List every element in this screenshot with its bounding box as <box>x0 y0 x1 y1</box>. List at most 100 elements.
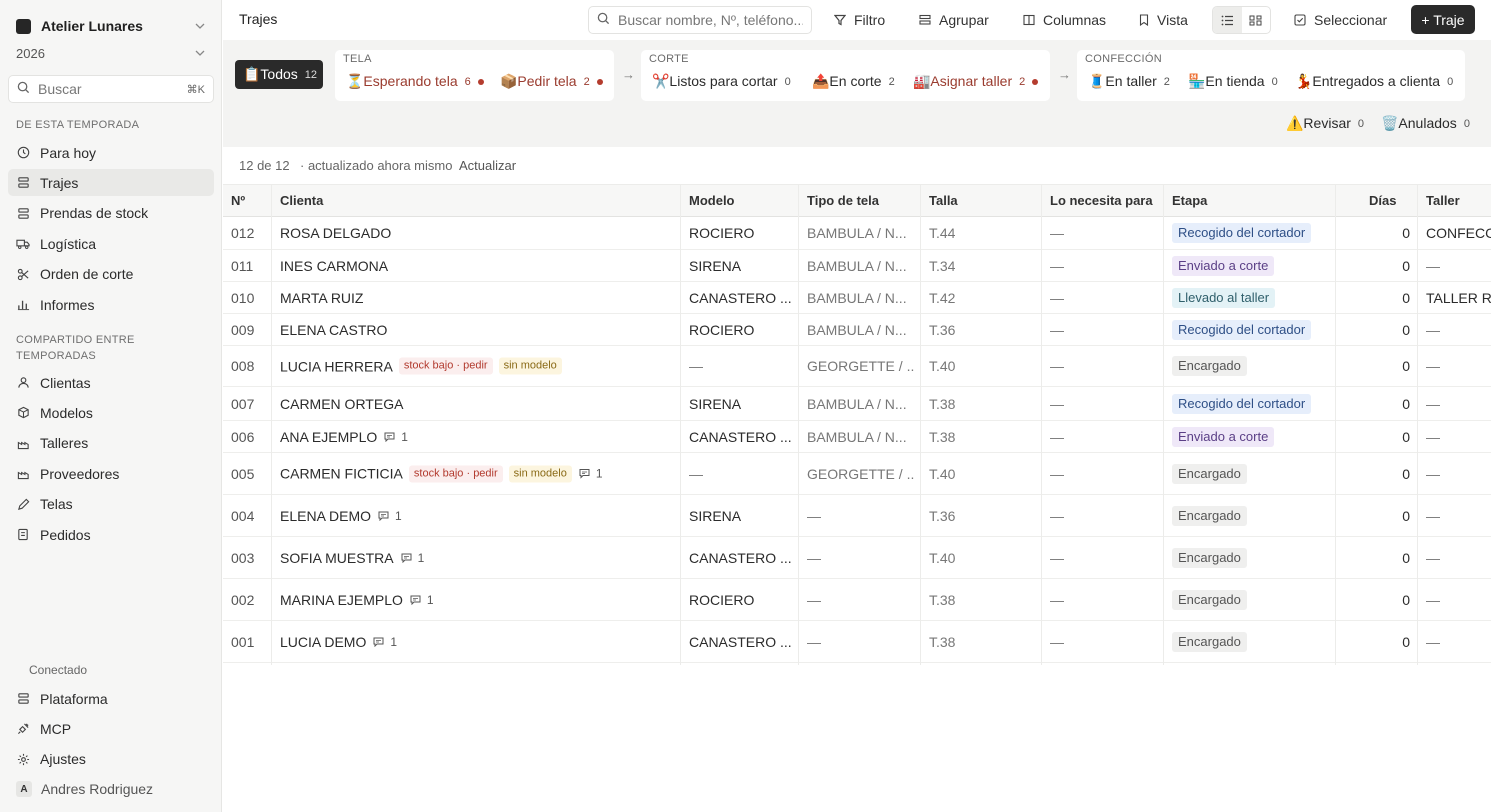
cell-model: ROCIERO <box>689 225 755 241</box>
col-header-workshop[interactable]: Taller <box>1426 193 1460 208</box>
sidebar-item-ajustes[interactable]: Ajustes <box>8 746 214 773</box>
col-header-size[interactable]: Talla <box>929 193 958 208</box>
cell-size: T.38 <box>929 591 956 608</box>
comments-count[interactable]: 1 <box>579 467 603 481</box>
sidebar-item-modelos[interactable]: Modelos <box>8 399 214 426</box>
col-header-fabric[interactable]: Tipo de tela <box>807 193 879 208</box>
table-row[interactable]: 002 MARINA EJEMPLO 1 ROCIERO — T.38 — Encargado… <box>223 579 1491 621</box>
stage-chip[interactable]: 🏭Asignar taller 2 <box>913 73 1039 90</box>
column-divider <box>920 184 921 665</box>
plug-icon <box>16 722 30 736</box>
filter-button[interactable]: Filtro <box>834 6 885 34</box>
table-row[interactable]: 001 LUCIA DEMO 1 CANASTERO ... — T.38 — Encarga… <box>223 621 1491 663</box>
table-row[interactable]: 007 CARMEN ORTEGA SIRENA BAMBULA / N... T.38… <box>223 387 1491 421</box>
table-row[interactable]: 006 ANA EJEMPLO 1 CANASTERO ... BAMBULA / N.… <box>223 421 1491 453</box>
col-header-days[interactable]: Días <box>1369 193 1396 208</box>
stage-badge: Enviado a corte <box>1172 255 1275 276</box>
stage-chip[interactable]: 💃Entregados a clienta 0 <box>1295 73 1453 90</box>
cell-size: T.38 <box>929 428 956 445</box>
stage-chip[interactable]: ✂️Listos para cortar 0 <box>652 73 791 90</box>
sidebar-item-para-hoy[interactable]: Para hoy <box>8 139 214 166</box>
sidebar-item-proveedores[interactable]: Proveedores <box>8 460 214 487</box>
col-header-model[interactable]: Modelo <box>689 193 735 208</box>
stage-chip[interactable]: 🏪En tienda 0 <box>1188 73 1278 90</box>
table-row[interactable]: 004 ELENA DEMO 1 SIRENA — T.36 — Encargado 0 — <box>223 495 1491 537</box>
col-header-need-by[interactable]: Lo necesita para <box>1050 193 1153 208</box>
cell-size: T.34 <box>929 257 956 274</box>
sidebar-item-informes[interactable]: Informes <box>8 291 214 318</box>
sidebar-item-trajes[interactable]: Trajes <box>8 169 214 197</box>
sidebar-item-orden-de-corte[interactable]: Orden de corte <box>8 261 214 288</box>
stage-chip[interactable]: 📤En corte 2 <box>812 73 895 90</box>
stage-chip[interactable]: ⚠️Revisar 0 <box>1286 115 1364 132</box>
cell-need-by: — <box>1050 549 1064 566</box>
cell-stage: Encargado <box>1172 547 1247 568</box>
sidebar-item-mcp[interactable]: MCP <box>8 715 214 742</box>
cell-need-by: — <box>1050 507 1064 524</box>
table-row[interactable]: 008 LUCIA HERRERA stock bajo · pedir sin mo… <box>223 346 1491 387</box>
connected-label: Conectado <box>29 663 88 677</box>
sidebar-item-prendas-de-stock[interactable]: Prendas de stock <box>8 200 214 227</box>
new-suit-button[interactable]: + Traje <box>1411 5 1475 34</box>
sidebar-item-label: Ajustes <box>40 751 86 768</box>
cell-fabric: BAMBULA / N... <box>807 321 907 338</box>
cell-need-by: — <box>1050 395 1064 412</box>
workspace-switcher[interactable]: Atelier Lunares <box>16 17 206 35</box>
table-row[interactable]: 010 MARTA RUIZ CANASTERO ... BAMBULA / N...… <box>223 282 1491 314</box>
col-header-stage[interactable]: Etapa <box>1172 193 1207 208</box>
table-row[interactable]: 011 INES CARMONA SIRENA BAMBULA / N... T.34 —… <box>223 250 1491 282</box>
columns-icon <box>1023 14 1035 26</box>
search-input[interactable]: Buscar nombre, Nº, teléfono... <box>588 6 812 34</box>
cell-number: 003 <box>231 549 255 566</box>
table-row[interactable]: 009 ELENA CASTRO ROCIERO BAMBULA / N... T.36… <box>223 314 1491 346</box>
sidebar-item-pedidos[interactable]: Pedidos <box>8 521 214 548</box>
select-button[interactable]: Seleccionar <box>1294 6 1387 34</box>
sidebar-item-talleres[interactable]: Talleres <box>8 430 214 457</box>
stage-chip[interactable]: 🧵En taller 2 <box>1088 73 1170 90</box>
board-view-icon[interactable] <box>1242 7 1271 33</box>
comments-count[interactable]: 1 <box>410 593 434 607</box>
comments-count[interactable]: 1 <box>384 430 408 444</box>
sidebar-item-label: Talleres <box>40 435 89 452</box>
col-header-client[interactable]: Clienta <box>280 193 323 208</box>
cell-days: 0 <box>1402 321 1410 338</box>
comments-count[interactable]: 1 <box>378 509 402 523</box>
page-title: Trajes <box>239 11 278 27</box>
factory-icon <box>16 467 30 481</box>
stage-badge: Encargado <box>1172 356 1247 376</box>
box-icon <box>16 406 30 420</box>
col-header-number[interactable]: Nº <box>231 193 245 208</box>
table-row[interactable]: 012 ROSA DELGADO ROCIERO BAMBULA / N... T.44… <box>223 217 1491 250</box>
client-name: MARTA RUIZ <box>280 289 364 306</box>
search-icon <box>597 12 610 28</box>
sidebar-item-telas[interactable]: Telas <box>8 491 214 518</box>
stage-all-chip[interactable]: 📋Todos 12 <box>235 60 323 89</box>
comments-count[interactable]: 1 <box>373 635 397 649</box>
sidebar-search[interactable]: Buscar ⌘K <box>8 75 214 103</box>
stage-badge: Encargado <box>1172 589 1247 610</box>
sidebar-item-clientas[interactable]: Clientas <box>8 369 214 396</box>
cell-number: 012 <box>231 225 255 241</box>
cell-days: 0 <box>1402 507 1410 524</box>
cell-workshop: — <box>1426 395 1440 412</box>
stage-chip[interactable]: ⏳Esperando tela 6 <box>346 73 484 90</box>
stage-chip[interactable]: 📦Pedir tela 2 <box>500 73 603 90</box>
sidebar-item-label: Logística <box>40 235 97 252</box>
sidebar-item-label: MCP <box>40 720 72 737</box>
table-row[interactable]: 003 SOFIA MUESTRA 1 CANASTERO ... — T.40 — Enca… <box>223 537 1491 579</box>
no-model-badge: sin modelo <box>508 465 572 482</box>
list-view-icon[interactable] <box>1213 7 1242 33</box>
columns-button[interactable]: Columnas <box>1023 6 1106 34</box>
comments-count[interactable]: 1 <box>401 551 424 565</box>
group-button[interactable]: Agrupar <box>919 6 989 34</box>
cell-need-by: — <box>1050 591 1064 608</box>
sidebar-item-logistica[interactable]: Logística <box>8 230 214 257</box>
cell-need-by: — <box>1050 358 1064 374</box>
refresh-link[interactable]: Actualizar <box>459 158 516 173</box>
table-row[interactable]: 005 CARMEN FICTICIA stock bajo · pedir sin … <box>223 453 1491 495</box>
view-button[interactable]: Vista <box>1139 6 1188 34</box>
season-switcher[interactable]: 2026 <box>16 44 206 62</box>
stage-chip[interactable]: 🗑️Anulados 0 <box>1381 115 1470 132</box>
user-menu[interactable]: A Andres Rodriguez <box>16 781 153 797</box>
sidebar-item-plataforma[interactable]: Plataforma <box>8 685 214 712</box>
